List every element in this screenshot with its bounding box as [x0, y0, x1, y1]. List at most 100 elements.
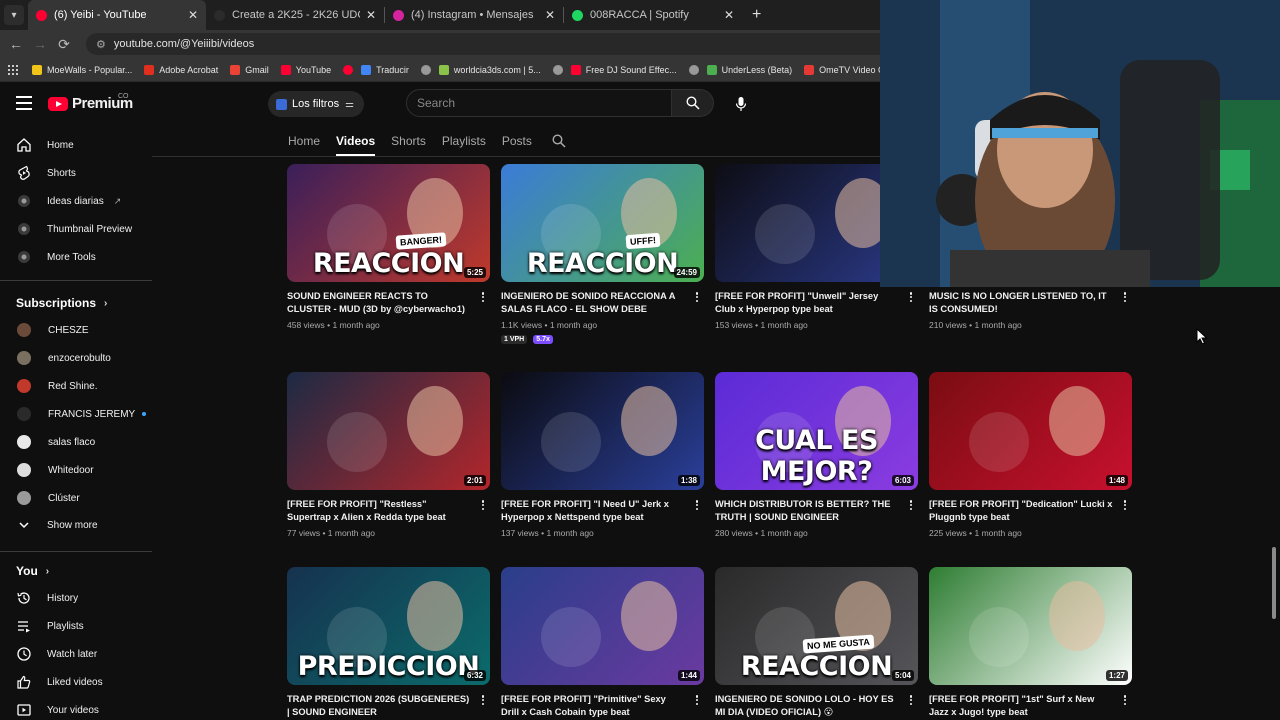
sidebar-item-thumbnail-preview[interactable]: Thumbnail Preview — [0, 215, 152, 243]
video-thumbnail[interactable]: CUAL ES MEJOR? 6:03 — [715, 372, 918, 490]
show-more-button[interactable]: Show more — [0, 511, 152, 539]
search-icon[interactable] — [552, 134, 566, 148]
sidebar-item-liked-videos[interactable]: Liked videos — [0, 668, 152, 696]
video-title[interactable]: [FREE FOR PROFIT] "I Need U" Jerk x Hype… — [501, 498, 685, 524]
menu-icon[interactable] — [16, 96, 32, 110]
video-thumbnail[interactable]: 1:27 — [929, 567, 1132, 685]
search-button[interactable] — [672, 89, 714, 117]
close-tab-icon[interactable]: ✕ — [188, 8, 198, 22]
video-title[interactable]: [FREE FOR PROFIT] "Restless" Supertrap x… — [287, 498, 471, 524]
more-actions-icon[interactable] — [693, 693, 701, 707]
more-actions-icon[interactable] — [907, 498, 915, 512]
tab-playlists[interactable]: Playlists — [442, 126, 486, 156]
site-info-icon[interactable]: ⚙ — [96, 38, 106, 51]
bookmark-item[interactable]: YouTube — [280, 64, 331, 75]
bookmark-item[interactable]: Gmail — [230, 64, 269, 75]
browser-tab[interactable]: (6) Yeibi - YouTube ✕ — [28, 0, 206, 30]
bookmark-item[interactable]: Adobe Acrobat — [144, 64, 218, 75]
subscriptions-heading[interactable]: Subscriptions › — [16, 296, 107, 310]
tab-home[interactable]: Home — [288, 126, 320, 156]
sidebar-item-more-tools[interactable]: More Tools — [0, 243, 152, 271]
bookmark-item[interactable] — [688, 64, 699, 75]
more-actions-icon[interactable] — [1121, 290, 1129, 304]
more-actions-icon[interactable] — [1121, 693, 1129, 707]
sidebar-item-playlists[interactable]: Playlists — [0, 612, 152, 640]
video-card[interactable]: 1:27 [FREE FOR PROFIT] "1st" Surf x New J… — [929, 567, 1132, 720]
more-actions-icon[interactable] — [479, 498, 487, 512]
more-actions-icon[interactable] — [907, 290, 915, 304]
video-title[interactable]: TRAP PREDICTION 2026 (SUBGENERES) | SOUN… — [287, 693, 471, 719]
video-card[interactable]: REACCION BANGER! 5:25 SOUND ENGINEER REACTS… — [287, 164, 490, 330]
video-title[interactable]: WHICH DISTRIBUTOR IS BETTER? THE TRUTH |… — [715, 498, 899, 524]
video-thumbnail[interactable]: REACCION UFFF! 24:59 — [501, 164, 704, 282]
video-thumbnail[interactable]: 2:01 — [287, 372, 490, 490]
video-card[interactable]: 2:01 [FREE FOR PROFIT] "Restless" Supertr… — [287, 372, 490, 538]
video-thumbnail[interactable]: PREDICCION 6:32 — [287, 567, 490, 685]
more-actions-icon[interactable] — [907, 693, 915, 707]
video-card[interactable]: CUAL ES MEJOR? 6:03 WHICH DISTRIBUTOR IS B… — [715, 372, 918, 538]
video-title[interactable]: [FREE FOR PROFIT] "1st" Surf x New Jazz … — [929, 693, 1113, 719]
bookmark-item[interactable]: MoeWalls - Popular... — [32, 64, 132, 75]
bookmark-item[interactable] — [420, 64, 431, 75]
video-thumbnail[interactable]: 1:44 — [501, 567, 704, 685]
close-tab-icon[interactable]: ✕ — [366, 8, 376, 22]
sidebar-item-history[interactable]: History — [0, 584, 152, 612]
tab-videos[interactable]: Videos — [336, 126, 376, 156]
browser-tab[interactable]: Create a 2K25 - 2K26 UDG CYP ✕ — [206, 0, 384, 30]
browser-tab[interactable]: (4) Instagram • Mensajes ✕ — [385, 0, 563, 30]
video-title[interactable]: INGENIERO DE SONIDO REACCIONA A SALAS FL… — [501, 290, 685, 316]
video-title[interactable]: SOUND ENGINEER REACTS TO CLUSTER - MUD (… — [287, 290, 471, 316]
video-title[interactable]: [FREE FOR PROFIT] "Unwell" Jersey Club x… — [715, 290, 899, 316]
bookmark-item[interactable] — [343, 64, 354, 75]
more-actions-icon[interactable] — [693, 498, 701, 512]
forward-icon[interactable]: → — [28, 36, 52, 52]
subscription-item[interactable]: Clúster — [0, 484, 152, 512]
subscription-item[interactable]: FRANCIS JEREMY — [0, 400, 152, 428]
video-thumbnail[interactable]: REACCION BANGER! 5:25 — [287, 164, 490, 282]
bookmark-item[interactable]: Traducir — [361, 64, 409, 75]
new-tab-button[interactable]: + — [752, 6, 761, 24]
tab-search-menu-button[interactable]: ▾ — [4, 5, 24, 25]
browser-tab[interactable]: 008RACCA | Spotify ✕ — [564, 0, 742, 30]
video-thumbnail[interactable]: 1:48 — [929, 372, 1132, 490]
url-bar[interactable]: ⚙ youtube.com/@Yeiiibi/videos — [86, 33, 946, 55]
video-title[interactable]: INGENIERO DE SONIDO LOLO - HOY ES MI DIA… — [715, 693, 899, 719]
filters-extension-chip[interactable]: Los filtros ⚌ — [268, 91, 365, 117]
video-card[interactable]: 1:48 [FREE FOR PROFIT] "Dedication" Lucki… — [929, 372, 1132, 538]
bookmark-item[interactable]: Free DJ Sound Effec... — [570, 64, 677, 75]
video-thumbnail[interactable]: REACCION NO ME GUSTA 5:04 — [715, 567, 918, 685]
video-title[interactable]: [FREE FOR PROFIT] "Primitive" Sexy Drill… — [501, 693, 685, 719]
more-actions-icon[interactable] — [479, 693, 487, 707]
video-card[interactable]: PREDICCION 6:32 TRAP PREDICTION 2026 (SUBG… — [287, 567, 490, 720]
bookmark-item[interactable] — [552, 64, 563, 75]
more-actions-icon[interactable] — [479, 290, 487, 304]
video-card[interactable]: REACCION NO ME GUSTA 5:04 INGENIERO DE SONI… — [715, 567, 918, 720]
subscription-item[interactable]: Whitedoor — [0, 456, 152, 484]
sidebar-item-shorts[interactable]: Shorts — [0, 159, 152, 187]
video-title[interactable]: MUSIC IS NO LONGER LISTENED TO, IT IS CO… — [929, 290, 1113, 316]
search-input[interactable] — [406, 89, 672, 117]
subscription-item[interactable]: salas flaco — [0, 428, 152, 456]
more-actions-icon[interactable] — [693, 290, 701, 304]
sidebar-item-watch-later[interactable]: Watch later — [0, 640, 152, 668]
video-thumbnail[interactable]: 1:38 — [501, 372, 704, 490]
subscription-item[interactable]: enzocerobulto — [0, 344, 152, 372]
bookmark-item[interactable]: worldcia3ds.com | 5... — [438, 64, 541, 75]
apps-grid-icon[interactable] — [8, 64, 18, 75]
video-card[interactable]: 1:38 [FREE FOR PROFIT] "I Need U" Jerk x … — [501, 372, 704, 538]
you-heading[interactable]: You › — [16, 564, 49, 578]
more-actions-icon[interactable] — [1121, 498, 1129, 512]
voice-search-button[interactable] — [727, 90, 755, 118]
sidebar-item-your-videos[interactable]: Your videos — [0, 696, 152, 720]
close-tab-icon[interactable]: ✕ — [545, 8, 555, 22]
video-card[interactable]: REACCION UFFF! 24:59 INGENIERO DE SONIDO RE… — [501, 164, 704, 344]
page-scrollbar[interactable] — [1272, 547, 1276, 619]
close-tab-icon[interactable]: ✕ — [724, 8, 734, 22]
bookmark-item[interactable]: UnderLess (Beta) — [706, 64, 792, 75]
sidebar-item-ideas-diarias[interactable]: Ideas diarias ↗ — [0, 187, 152, 215]
subscription-item[interactable]: CHESZE — [0, 316, 152, 344]
reload-icon[interactable]: ⟳ — [52, 36, 76, 53]
sidebar-item-home[interactable]: Home — [0, 131, 152, 159]
video-title[interactable]: [FREE FOR PROFIT] "Dedication" Lucki x P… — [929, 498, 1113, 524]
tab-shorts[interactable]: Shorts — [391, 126, 426, 156]
